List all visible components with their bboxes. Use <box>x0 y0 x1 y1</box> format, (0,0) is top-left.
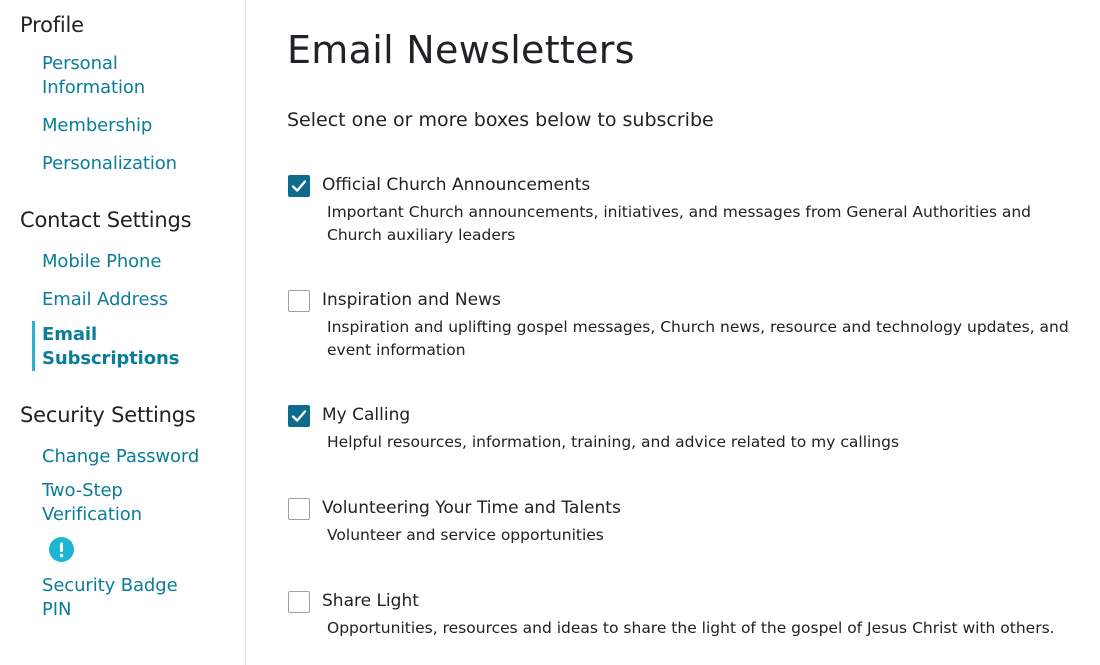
sidebar-item-membership[interactable]: Membership <box>42 114 152 138</box>
active-indicator <box>32 321 35 371</box>
checkmark-icon <box>291 410 307 422</box>
checkbox-official-church-announcements[interactable] <box>288 175 310 197</box>
sidebar-item-personal-information[interactable]: Personal Information <box>42 52 172 100</box>
checkbox-volunteering[interactable] <box>288 498 310 520</box>
instructions-text: Select one or more boxes below to subscr… <box>287 109 714 131</box>
option-label[interactable]: Inspiration and News <box>322 288 501 312</box>
option-label[interactable]: Official Church Announcements <box>322 173 590 197</box>
sidebar: Profile Personal Information Membership … <box>0 0 246 665</box>
sidebar-heading-contact-settings: Contact Settings <box>20 208 192 232</box>
sidebar-heading-security-settings: Security Settings <box>20 403 196 427</box>
option-label[interactable]: Volunteering Your Time and Talents <box>322 496 621 520</box>
page-title: Email Newsletters <box>287 28 635 72</box>
sidebar-item-security-badge-pin[interactable]: Security Badge PIN <box>42 574 192 622</box>
sidebar-item-change-password[interactable]: Change Password <box>42 445 199 469</box>
checkbox-share-light[interactable] <box>288 591 310 613</box>
option-label[interactable]: Share Light <box>322 589 419 613</box>
sidebar-item-two-step-verification[interactable]: Two-Step Verification <box>42 479 152 527</box>
option-label[interactable]: My Calling <box>322 403 410 427</box>
sidebar-item-mobile-phone[interactable]: Mobile Phone <box>42 250 161 274</box>
option-description: Important Church announcements, initiati… <box>327 203 1032 244</box>
option-description: Opportunities, resources and ideas to sh… <box>327 619 1055 637</box>
checkmark-icon <box>291 180 307 192</box>
sidebar-item-personalization[interactable]: Personalization <box>42 152 177 176</box>
sidebar-item-email-address[interactable]: Email Address <box>42 288 168 312</box>
alert-icon <box>49 537 74 562</box>
option-description: Inspiration and uplifting gospel message… <box>327 318 1069 359</box>
app: Profile Personal Information Membership … <box>0 0 1100 665</box>
main-content: Email Newsletters Select one or more box… <box>247 0 1100 665</box>
option-description: Volunteer and service opportunities <box>327 526 604 544</box>
checkbox-my-calling[interactable] <box>288 405 310 427</box>
checkbox-inspiration-and-news[interactable] <box>288 290 310 312</box>
option-description: Helpful resources, information, training… <box>327 433 900 451</box>
sidebar-heading-profile: Profile <box>20 13 84 37</box>
sidebar-item-email-subscriptions[interactable]: Email Subscriptions <box>42 323 192 371</box>
